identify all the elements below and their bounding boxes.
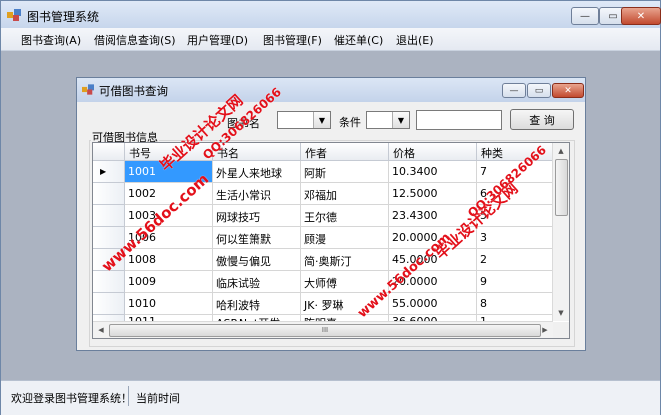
grid-cell[interactable]: 9 [477, 271, 553, 293]
field-select[interactable]: ▼ [277, 111, 331, 129]
close-button[interactable]: ✕ [621, 7, 661, 25]
child-window-title: 可借图书查询 [99, 84, 168, 98]
chevron-down-icon: ▼ [392, 112, 409, 128]
grid-cell[interactable]: 网球技巧 [213, 205, 301, 227]
window-title: 图书管理系统 [27, 10, 100, 24]
chevron-down-icon: ▼ [313, 112, 330, 128]
status-time-label: 当前时间 [136, 392, 180, 405]
child-app-icon [82, 84, 94, 95]
grid-cell[interactable]: 1008 [125, 249, 213, 271]
menu-user-management[interactable]: 用户管理(D) [187, 32, 248, 48]
status-bar: 欢迎登录图书管理系统！ 当前时间 [1, 380, 660, 415]
menu-borrow-query[interactable]: 借阅信息查询(S) [94, 32, 176, 48]
status-welcome: 欢迎登录图书管理系统！ [11, 392, 132, 405]
child-maximize-button[interactable]: ▭ [527, 83, 551, 98]
search-input[interactable] [416, 110, 502, 130]
menu-book-management[interactable]: 图书管理(F) [263, 32, 322, 48]
grid-cell[interactable]: 生活小常识 [213, 183, 301, 205]
grid-cell[interactable]: 顾漫 [301, 227, 389, 249]
query-button[interactable]: 查 询 [510, 109, 574, 130]
main-titlebar: 图书管理系统 — ▭ ✕ [1, 1, 661, 28]
condition-label: 条件 [339, 116, 361, 129]
row-header[interactable] [93, 293, 125, 315]
grid-cell[interactable]: 傲慢与偏见 [213, 249, 301, 271]
horizontal-scrollbar[interactable]: ◀ III ▶ [93, 321, 553, 338]
grid-cell[interactable]: 8 [477, 293, 553, 315]
grid-cell[interactable]: 邓福加 [301, 183, 389, 205]
grid-cell[interactable]: 何以笙箫默 [213, 227, 301, 249]
status-separator [128, 386, 129, 406]
grid-cell[interactable]: 王尔德 [301, 205, 389, 227]
grid-cell[interactable]: 1009 [125, 271, 213, 293]
grid-cell[interactable]: 临床试验 [213, 271, 301, 293]
grid-cell[interactable]: 外星人来地球 [213, 161, 301, 183]
scroll-up-icon[interactable]: ▲ [553, 143, 569, 159]
minimize-button[interactable]: — [571, 7, 599, 25]
row-header[interactable] [93, 205, 125, 227]
app-icon [7, 9, 21, 21]
grid-cell[interactable]: 55.0000 [389, 293, 477, 315]
column-header-price[interactable]: 价格 [389, 143, 477, 161]
child-minimize-button[interactable]: — [502, 83, 526, 98]
vertical-scrollbar[interactable]: ▲ ▼ [552, 143, 569, 321]
grid-cell[interactable]: 3 [477, 227, 553, 249]
scroll-right-icon[interactable]: ▶ [537, 322, 553, 338]
child-close-button[interactable]: ✕ [552, 83, 584, 98]
menu-reminder[interactable]: 催还单(C) [334, 32, 383, 48]
vertical-scroll-thumb[interactable] [555, 159, 568, 216]
grid-cell[interactable]: 1010 [125, 293, 213, 315]
grid-cell[interactable]: 10.3400 [389, 161, 477, 183]
menu-exit[interactable]: 退出(E) [396, 32, 434, 48]
menu-bar: 图书查询(A) 借阅信息查询(S) 用户管理(D) 图书管理(F) 催还单(C)… [1, 28, 660, 51]
menu-book-query[interactable]: 图书查询(A) [21, 32, 81, 48]
row-header-current[interactable]: ▶ [93, 161, 125, 183]
row-header[interactable] [93, 183, 125, 205]
column-header-author[interactable]: 作者 [301, 143, 389, 161]
grid-cell[interactable]: 阿斯 [301, 161, 389, 183]
grid-cell[interactable]: 哈利波特 [213, 293, 301, 315]
scroll-down-icon[interactable]: ▼ [553, 305, 569, 321]
scroll-left-icon[interactable]: ◀ [93, 322, 109, 338]
scroll-corner [553, 322, 569, 338]
grid-corner-header [93, 143, 125, 161]
condition-select[interactable]: ▼ [366, 111, 410, 129]
books-datagrid[interactable]: 书号 书名 作者 价格 种类 ▶ 1001 外星人来地球 阿斯 10.3400 … [92, 142, 570, 339]
grid-cell[interactable]: 2 [477, 249, 553, 271]
grid-cell[interactable]: 12.5000 [389, 183, 477, 205]
horizontal-scroll-thumb[interactable]: III [109, 324, 541, 337]
grid-cell[interactable]: 简·奥斯汀 [301, 249, 389, 271]
child-titlebar: 可借图书查询 — ▭ ✕ [77, 78, 585, 102]
